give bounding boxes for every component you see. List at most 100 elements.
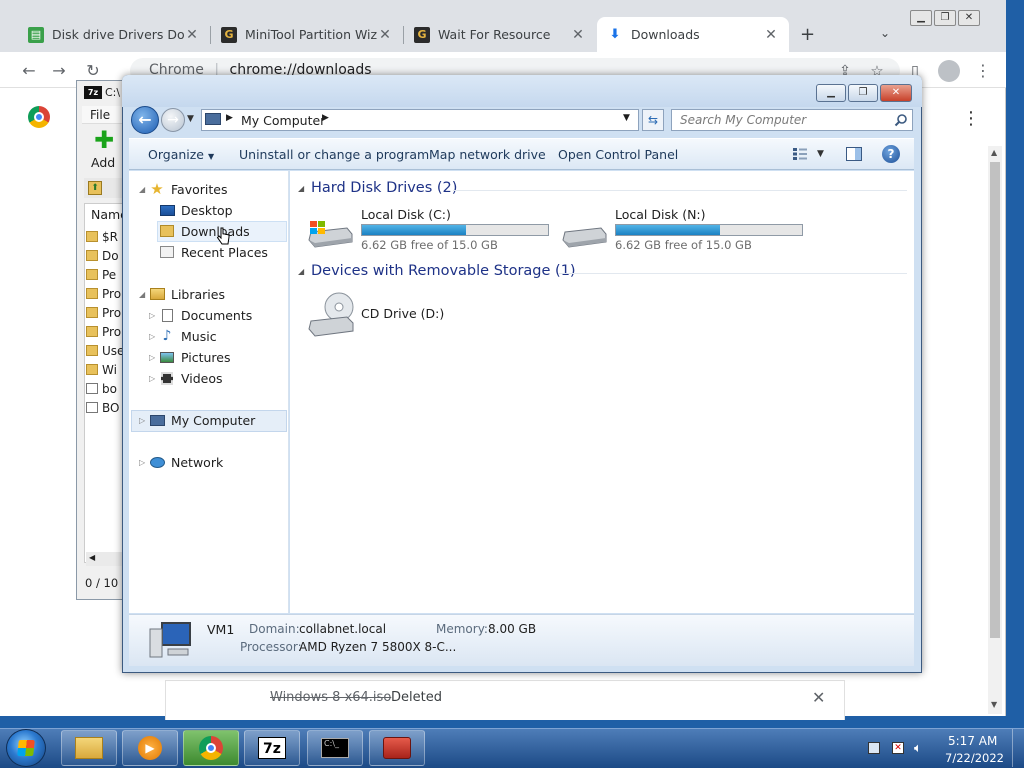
close-icon[interactable]: ✕	[184, 27, 200, 43]
address-dropdown-icon[interactable]: ▼	[623, 113, 630, 123]
taskbar-chrome[interactable]	[183, 730, 239, 766]
scroll-up-icon[interactable]: ▲	[991, 148, 997, 157]
maximize-button[interactable]: ❐	[848, 84, 878, 102]
clock-date[interactable]: 7/22/2022	[945, 751, 1004, 765]
reload-icon[interactable]: ↻	[82, 60, 104, 82]
nav-my-computer[interactable]: ▷ My Computer	[139, 410, 293, 430]
search-icon[interactable]	[894, 113, 908, 127]
close-icon[interactable]: ✕	[763, 27, 779, 43]
list-item[interactable]: Wi	[86, 360, 126, 379]
downloads-menu-icon[interactable]: ⋮	[962, 108, 980, 129]
nav-favorites[interactable]: ◢ ★ Favorites	[139, 179, 293, 199]
maximize-icon[interactable]: ❐	[934, 10, 956, 26]
add-button-label[interactable]: Add	[91, 155, 115, 170]
drive-name[interactable]: Local Disk (N:)	[615, 207, 706, 222]
list-item[interactable]: $R	[86, 227, 126, 246]
map-network-drive-button[interactable]: Map network drive	[429, 147, 546, 162]
forward-button[interactable]: →	[161, 108, 185, 132]
open-control-panel-button[interactable]: Open Control Panel	[558, 147, 678, 162]
uninstall-program-button[interactable]: Uninstall or change a program	[239, 147, 429, 162]
nav-music[interactable]: ▷ ♪ Music	[149, 326, 303, 346]
breadcrumb[interactable]: My Computer	[241, 113, 325, 128]
taskbar-command-prompt[interactable]: C:\_	[307, 730, 363, 766]
download-site-icon: ▤	[28, 26, 44, 43]
chrome-scrollbar-thumb[interactable]	[990, 162, 1000, 638]
close-icon[interactable]: ✕	[570, 27, 586, 43]
breadcrumb-arrow-icon[interactable]: ▶	[226, 113, 233, 123]
chrome-tab-downloads[interactable]: ⬇ Downloads ✕	[597, 17, 789, 52]
help-icon[interactable]: ?	[882, 145, 900, 163]
scroll-left-icon[interactable]: ◀	[89, 553, 95, 562]
taskbar-toolbox-app[interactable]	[369, 730, 425, 766]
show-desktop-button[interactable]	[1012, 729, 1024, 767]
nav-pictures[interactable]: ▷ Pictures	[149, 347, 303, 367]
recent-pages-dropdown[interactable]: ▼	[187, 114, 194, 124]
list-item[interactable]: bo	[86, 379, 126, 398]
taskbar-7zip[interactable]: 7z	[244, 730, 300, 766]
organize-button[interactable]: Organize ▼	[148, 147, 214, 162]
back-button[interactable]: ←	[131, 106, 159, 134]
breadcrumb-arrow-icon[interactable]: ▶	[322, 113, 329, 123]
group-header-hard-disk-drives[interactable]: Hard Disk Drives (2)	[311, 180, 457, 196]
collapsed-arrow-icon[interactable]: ▷	[139, 458, 149, 467]
profile-avatar[interactable]	[938, 60, 960, 82]
menu-file[interactable]: File	[90, 108, 110, 122]
nav-videos[interactable]: ▷ Videos	[149, 368, 303, 388]
collapse-group-icon[interactable]: ◢	[298, 267, 304, 276]
clock-time[interactable]: 5:17 AM	[948, 734, 997, 748]
list-item[interactable]: Pro	[86, 284, 126, 303]
collapsed-arrow-icon[interactable]: ▷	[149, 332, 159, 341]
collapse-group-icon[interactable]: ◢	[298, 184, 304, 193]
nav-documents[interactable]: ▷ Documents	[149, 305, 303, 325]
collapsed-arrow-icon[interactable]: ▷	[149, 374, 159, 383]
add-icon[interactable]: ✚	[94, 128, 114, 152]
taskbar-explorer[interactable]	[61, 730, 117, 766]
minimize-button[interactable]: ▁	[816, 84, 846, 102]
network-tray-icon[interactable]	[868, 742, 882, 756]
scroll-down-icon[interactable]: ▼	[991, 700, 997, 709]
refresh-button[interactable]: ⇆	[642, 109, 664, 131]
collapsed-arrow-icon[interactable]: ▷	[149, 311, 159, 320]
drive-name[interactable]: CD Drive (D:)	[361, 306, 444, 321]
libraries-icon	[149, 287, 165, 301]
expanded-arrow-icon[interactable]: ◢	[139, 185, 149, 194]
folder-up-icon[interactable]: ⬆	[88, 181, 102, 195]
chrome-menu-icon[interactable]: ⋮	[972, 60, 994, 82]
nav-libraries[interactable]: ◢ Libraries	[139, 284, 293, 304]
chrome-tab-2[interactable]: G MiniTool Partition Wizar ✕	[211, 17, 403, 52]
new-tab-button[interactable]: +	[800, 24, 815, 45]
chrome-tab-3[interactable]: G Wait For Resource ✕	[404, 17, 596, 52]
tab-search-icon[interactable]: ⌄	[880, 26, 890, 40]
list-item[interactable]: Pro	[86, 322, 126, 341]
minimize-icon[interactable]: ▁	[910, 10, 932, 26]
chevron-down-icon[interactable]: ▼	[817, 149, 824, 159]
list-item[interactable]: Pro	[86, 303, 126, 322]
chrome-tab-1[interactable]: ▤ Disk drive Drivers Down ✕	[18, 17, 210, 52]
start-button[interactable]	[6, 729, 46, 767]
taskbar-media-player[interactable]: ▶	[122, 730, 178, 766]
preview-pane-icon[interactable]	[846, 147, 862, 161]
close-icon[interactable]: ✕	[958, 10, 980, 26]
forward-icon[interactable]: →	[48, 60, 70, 82]
change-view-icon[interactable]	[792, 147, 808, 161]
list-item[interactable]: Pe	[86, 265, 126, 284]
back-icon[interactable]: ←	[18, 60, 40, 82]
nav-network[interactable]: ▷ Network	[139, 452, 293, 472]
explorer-titlebar[interactable]	[122, 75, 922, 107]
expanded-arrow-icon[interactable]: ◢	[139, 290, 149, 299]
volume-icon[interactable]: 🔈︎	[914, 742, 928, 756]
list-item[interactable]: BO	[86, 398, 126, 417]
close-button[interactable]: ✕	[880, 84, 912, 102]
list-item[interactable]: Use	[86, 341, 126, 360]
collapsed-arrow-icon[interactable]: ▷	[149, 353, 159, 362]
drive-name[interactable]: Local Disk (C:)	[361, 207, 451, 222]
action-center-icon[interactable]: ✕	[892, 742, 906, 756]
close-icon[interactable]: ✕	[377, 27, 393, 43]
list-item[interactable]: Do	[86, 246, 126, 265]
collapsed-arrow-icon[interactable]: ▷	[139, 416, 149, 425]
group-header-removable-storage[interactable]: Devices with Removable Storage (1)	[311, 263, 576, 279]
download-file-name[interactable]: Windows 8 x64.iso	[270, 690, 391, 705]
documents-icon	[159, 308, 175, 322]
drive-usage-fill	[616, 225, 720, 235]
close-icon[interactable]: ✕	[812, 688, 825, 707]
